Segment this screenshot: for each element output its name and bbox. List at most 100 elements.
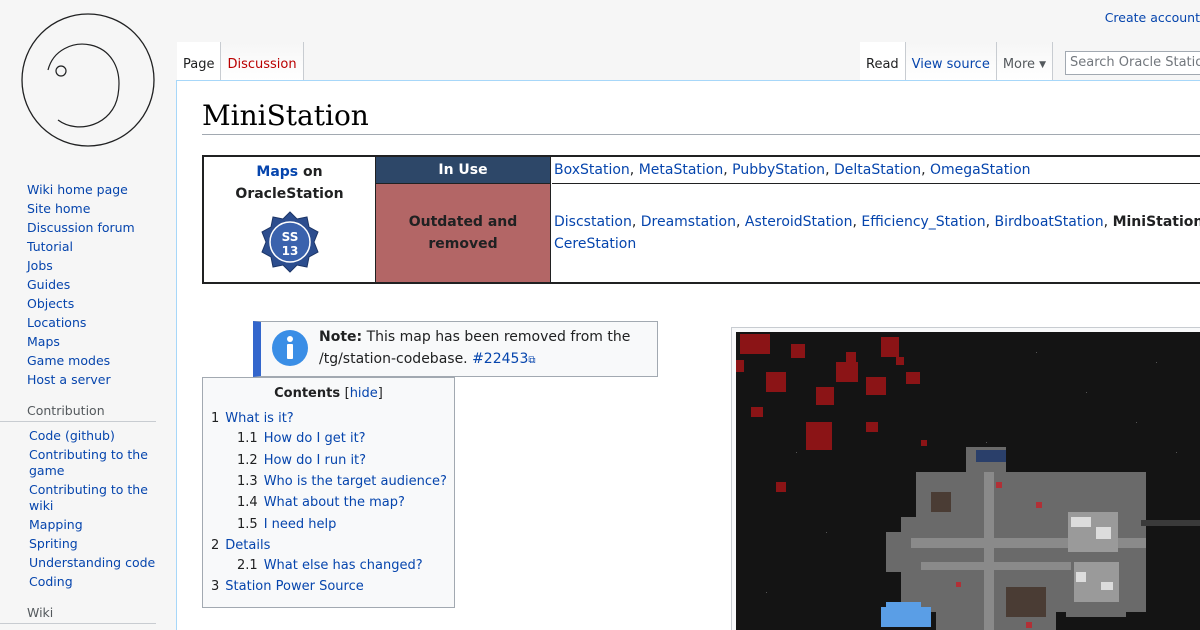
search-placeholder: Search Oracle Station	[1070, 55, 1200, 70]
toc-item-number: 1.5	[237, 517, 258, 532]
tab-page[interactable]: Page	[177, 42, 222, 80]
toc-item[interactable]: 1.2 How do I run it?	[237, 453, 366, 468]
toc-item-number: 2.1	[237, 558, 258, 573]
info-icon	[272, 330, 308, 366]
sidebar-item-contributing-wiki[interactable]: Contributing to the wiki	[0, 480, 176, 515]
ss13-logo-icon[interactable]: SS 13	[259, 211, 321, 273]
toc-item[interactable]: 1.3 Who is the target audience?	[237, 474, 447, 489]
map-link-birdboatstation[interactable]: BirdboatStation	[994, 214, 1103, 230]
map-current-ministation: MiniStation	[1112, 214, 1200, 230]
toc-item-number: 1.1	[237, 431, 258, 446]
search-input[interactable]: Search Oracle Station	[1065, 51, 1200, 75]
toc-item[interactable]: 1.1 How do I get it?	[237, 431, 366, 446]
contribution-nav: Code (github) Contributing to the game C…	[0, 426, 176, 591]
sidebar-item-jobs[interactable]: Jobs	[0, 256, 176, 275]
page-tabs: Page Discussion	[177, 42, 304, 80]
toc-item-number: 1.2	[237, 453, 258, 468]
sidebar-item-spriting[interactable]: Spriting	[0, 534, 176, 553]
main-content: MiniStation Maps on OracleStation SS 13 …	[176, 80, 1200, 630]
map-link-asteroidstation[interactable]: AsteroidStation	[745, 214, 853, 230]
toc-item-text: I need help	[263, 517, 337, 532]
outdated-list: Discstation, Dreamstation, AsteroidStati…	[552, 184, 1200, 255]
sidebar-item-game-modes[interactable]: Game modes	[0, 351, 176, 370]
toc-item-number: 3	[211, 579, 220, 594]
toc-item[interactable]: 2 Details	[211, 538, 270, 553]
sidebar-item-code-github[interactable]: Code (github)	[0, 426, 176, 445]
view-tabs: Read View source More ▼	[860, 42, 1053, 80]
station-map-image[interactable]	[736, 332, 1200, 630]
toc-item-text: How do I get it?	[263, 431, 366, 446]
sidebar-item-locations[interactable]: Locations	[0, 313, 176, 332]
toc-item-text: What about the map?	[263, 495, 405, 510]
sidebar-item-site-home[interactable]: Site home	[0, 199, 176, 218]
note-pr-link[interactable]: #22453	[472, 351, 528, 367]
toc-item-text: How do I run it?	[263, 453, 367, 468]
in-use-list: BoxStation, MetaStation, PubbyStation, D…	[552, 157, 1200, 184]
site-logo[interactable]	[18, 10, 158, 150]
toc-item-number: 1	[211, 411, 220, 426]
map-link-efficiency-station[interactable]: Efficiency_Station	[861, 214, 985, 230]
sidebar-item-coding[interactable]: Coding	[0, 572, 176, 591]
tab-view-source[interactable]: View source	[905, 42, 997, 80]
map-link-cerestation[interactable]: CereStation	[554, 236, 636, 252]
in-use-label: In Use	[376, 157, 551, 184]
note-label: Note:	[319, 329, 363, 345]
map-link-deltastation[interactable]: DeltaStation	[834, 162, 921, 178]
maps-header-cell: Maps on OracleStation SS 13	[204, 157, 376, 282]
map-link-discstation[interactable]: Discstation	[554, 214, 632, 230]
toc-item-text: What is it?	[225, 411, 294, 426]
wiki-heading: Wiki	[0, 605, 156, 624]
sidebar: Wiki home page Site home Discussion foru…	[0, 180, 176, 628]
chevron-down-icon: ▼	[1039, 60, 1046, 70]
svg-text:13: 13	[282, 244, 299, 258]
toc-item[interactable]: 2.1 What else has changed?	[237, 558, 423, 573]
toc-item-text: Details	[225, 538, 271, 553]
sidebar-item-contributing-game[interactable]: Contributing to the game	[0, 445, 176, 480]
maps-link[interactable]: Maps	[256, 164, 298, 180]
tab-more[interactable]: More ▼	[996, 42, 1053, 80]
create-account-link[interactable]: Create account	[1105, 10, 1200, 25]
sidebar-item-wiki-home[interactable]: Wiki home page	[0, 180, 176, 199]
toc-item-number: 1.3	[237, 474, 258, 489]
toc-item-number: 1.4	[237, 495, 258, 510]
maps-on-text: on	[298, 164, 323, 180]
map-thumbnail-frame	[731, 327, 1200, 630]
external-link-icon: ⧉	[528, 355, 536, 366]
toc-toggle: [hide]	[344, 386, 383, 401]
svg-text:SS: SS	[282, 230, 299, 244]
toc-item[interactable]: 1.5 I need help	[237, 517, 336, 532]
more-label: More	[1002, 57, 1036, 72]
sidebar-item-guides[interactable]: Guides	[0, 275, 176, 294]
sidebar-nav: Wiki home page Site home Discussion foru…	[0, 180, 176, 389]
outdated-label: Outdated and removed	[376, 184, 551, 282]
map-link-pubbystation[interactable]: PubbyStation	[732, 162, 825, 178]
toc-item-text: What else has changed?	[263, 558, 423, 573]
sidebar-item-maps[interactable]: Maps	[0, 332, 176, 351]
note-box: Note: This map has been removed from the…	[253, 321, 658, 377]
sidebar-item-objects[interactable]: Objects	[0, 294, 176, 313]
maps-infobox: Maps on OracleStation SS 13 In Use BoxSt…	[202, 155, 1200, 284]
table-of-contents: Contents [hide] 1 What is it? 1.1 How do I…	[202, 377, 455, 608]
map-link-boxstation[interactable]: BoxStation	[554, 162, 630, 178]
toc-item[interactable]: 3 Station Power Source	[211, 579, 364, 594]
map-link-omegastation[interactable]: OmegaStation	[930, 162, 1031, 178]
sidebar-item-host-a-server[interactable]: Host a server	[0, 370, 176, 389]
sidebar-item-tutorial[interactable]: Tutorial	[0, 237, 176, 256]
tab-read[interactable]: Read	[860, 42, 906, 80]
page-title: MiniStation	[202, 99, 1200, 135]
tab-discussion[interactable]: Discussion	[221, 42, 304, 80]
toc-hide-link[interactable]: hide	[350, 386, 378, 401]
map-link-metastation[interactable]: MetaStation	[639, 162, 724, 178]
toc-item-number: 2	[211, 538, 220, 553]
sidebar-item-understanding-code[interactable]: Understanding code	[0, 553, 176, 572]
sidebar-item-mapping[interactable]: Mapping	[0, 515, 176, 534]
toc-item[interactable]: 1 What is it?	[211, 411, 294, 426]
sidebar-item-discussion-forum[interactable]: Discussion forum	[0, 218, 176, 237]
toc-item-text: Who is the target audience?	[263, 474, 447, 489]
toc-title: Contents [hide]	[203, 386, 454, 401]
toc-item[interactable]: 1.4 What about the map?	[237, 495, 405, 510]
contribution-heading: Contribution	[0, 403, 156, 422]
toc-item-text: Station Power Source	[225, 579, 364, 594]
map-link-dreamstation[interactable]: Dreamstation	[641, 214, 736, 230]
toc-title-text: Contents	[274, 386, 341, 401]
